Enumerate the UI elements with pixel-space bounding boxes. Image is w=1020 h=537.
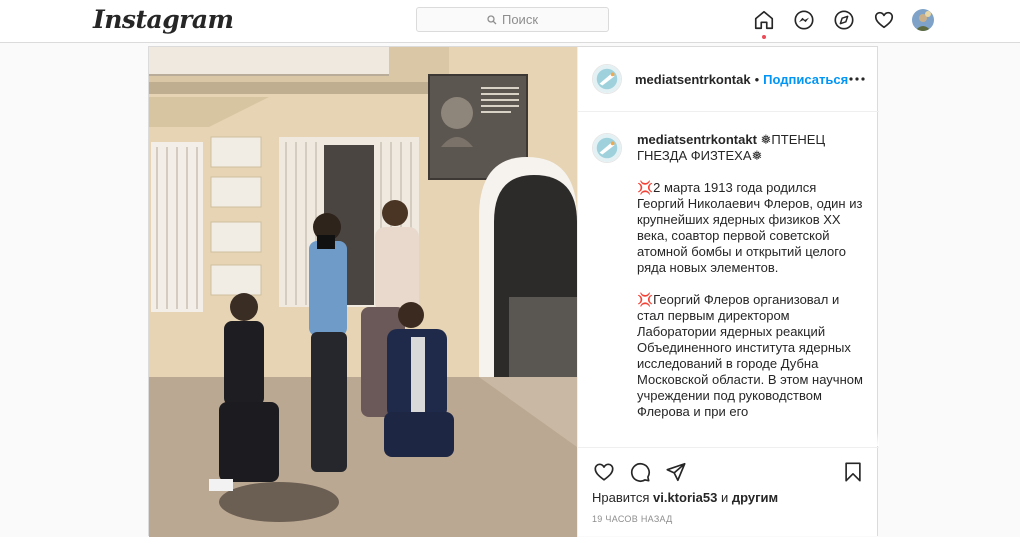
- direct-button[interactable]: [792, 8, 816, 32]
- post-header: mediatsentrkontak • Подписаться: [578, 47, 879, 112]
- header-separator: •: [754, 71, 760, 87]
- post-card: mediatsentrkontak • Подписаться mediatse…: [148, 46, 879, 537]
- home-button[interactable]: [752, 8, 776, 39]
- photo-image: [149, 47, 577, 537]
- explore-icon: [834, 10, 854, 30]
- follow-button[interactable]: Подписаться: [763, 72, 848, 87]
- author-avatar[interactable]: [592, 64, 622, 94]
- liked-by-user[interactable]: vi.ktoria53: [653, 490, 717, 505]
- post-sidebar: mediatsentrkontak • Подписаться mediatse…: [577, 47, 879, 537]
- caption-username[interactable]: mediatsentrkontakt: [637, 132, 757, 147]
- share-button[interactable]: [664, 460, 688, 484]
- action-row: [592, 460, 700, 484]
- save-button[interactable]: [841, 460, 865, 484]
- author-username[interactable]: mediatsentrkontak: [635, 72, 751, 87]
- more-options-icon[interactable]: [849, 73, 865, 85]
- caption-body: ❅ПТЕНЕЦ ГНЕЗДА ФИЗТЕХА❅ 💢2 марта 1913 го…: [637, 132, 863, 419]
- send-icon: [666, 462, 686, 482]
- caption-avatar[interactable]: [592, 133, 622, 163]
- likes-and: и: [720, 490, 729, 505]
- explore-button[interactable]: [832, 8, 856, 32]
- nav-icons: [752, 8, 934, 39]
- liked-by-others[interactable]: другим: [732, 490, 778, 505]
- heart-outline-icon: [594, 463, 614, 481]
- top-nav: Instagram Поиск: [0, 0, 1020, 43]
- caption-fade: [578, 432, 879, 446]
- activity-button[interactable]: [872, 8, 896, 32]
- post-actions: Нравится vi.ktoria53 и другим 19 часов н…: [578, 447, 879, 537]
- avatar-image: [912, 9, 934, 31]
- like-button[interactable]: [592, 460, 616, 484]
- bookmark-icon: [845, 462, 861, 482]
- notification-dot: [762, 35, 766, 39]
- search-input[interactable]: Поиск: [416, 7, 609, 32]
- post-caption: mediatsentrkontakt ❅ПТЕНЕЦ ГНЕЗДА ФИЗТЕХ…: [578, 113, 879, 446]
- home-icon: [754, 10, 774, 30]
- caption-text-block: mediatsentrkontakt ❅ПТЕНЕЦ ГНЕЗДА ФИЗТЕХ…: [637, 132, 865, 420]
- search-placeholder: Поиск: [501, 12, 539, 27]
- likes-prefix: Нравится: [592, 490, 650, 505]
- post-photo[interactable]: [149, 47, 577, 537]
- search-icon: [487, 14, 497, 24]
- likes-line: Нравится vi.ktoria53 и другим: [592, 490, 778, 505]
- instagram-logo[interactable]: Instagram: [93, 5, 234, 34]
- comment-button[interactable]: [628, 460, 652, 484]
- author-avatar-image: [593, 65, 621, 93]
- caption-avatar-image: [593, 134, 621, 162]
- comment-icon: [630, 462, 650, 482]
- post-timestamp[interactable]: 19 часов назад: [592, 514, 673, 524]
- profile-avatar[interactable]: [912, 9, 934, 31]
- messenger-icon: [794, 10, 814, 30]
- heart-icon: [874, 11, 894, 29]
